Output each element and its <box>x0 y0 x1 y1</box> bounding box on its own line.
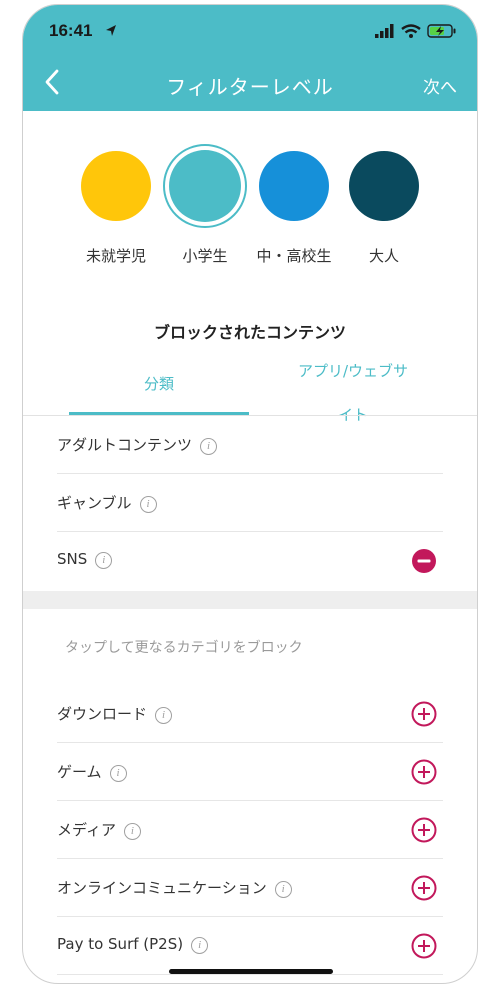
item-label: メディア i <box>57 819 141 840</box>
add-button[interactable] <box>411 817 437 843</box>
plus-circle-icon <box>411 875 437 905</box>
blocked-item-adult: アダルトコンテンツ i <box>57 416 443 474</box>
item-label: ゲーム i <box>57 761 127 782</box>
section-separator <box>23 591 477 609</box>
item-text: メディア <box>57 821 116 839</box>
level-option-elementary[interactable]: 小学生 <box>160 144 250 266</box>
cellular-signal-icon <box>375 23 395 42</box>
tab-label: 分類 <box>143 375 174 393</box>
tab-apps-websites[interactable]: アプリ/ウェブサ イト <box>263 357 443 424</box>
next-button[interactable]: 次へ <box>423 73 457 98</box>
level-option-preschool[interactable]: 未就学児 <box>71 151 161 266</box>
wifi-icon <box>401 23 421 42</box>
filter-level-selector: 未就学児 小学生 中・高校生 大人 <box>23 144 477 271</box>
level-swatch <box>81 151 151 221</box>
info-icon[interactable]: i <box>155 707 173 724</box>
page-title: フィルターレベル <box>166 75 334 99</box>
item-label: アダルトコンテンツ i <box>57 434 218 455</box>
level-option-teen[interactable]: 中・高校生 <box>249 151 339 266</box>
add-button[interactable] <box>411 933 437 959</box>
tab-category[interactable]: 分類 <box>69 357 249 415</box>
home-indicator[interactable] <box>169 969 333 974</box>
blocked-item-gambling: ギャンブル i <box>57 474 443 532</box>
level-label: 中・高校生 <box>256 247 332 265</box>
item-label: SNS i <box>57 550 113 569</box>
add-category-hint: タップして更なるカテゴリをブロック <box>65 640 303 656</box>
content-tabs: 分類 アプリ/ウェブサ イト <box>69 357 443 424</box>
status-time: 16:41 <box>49 21 93 40</box>
item-text: SNS <box>57 550 88 568</box>
plus-circle-icon <box>411 933 437 963</box>
location-arrow-icon <box>105 23 117 42</box>
plus-circle-icon <box>411 817 437 847</box>
add-item-games: ゲーム i <box>57 743 443 801</box>
add-item-download: ダウンロード i <box>57 685 443 743</box>
item-text: ダウンロード <box>57 705 148 723</box>
status-bar: 16:41 <box>23 21 477 45</box>
nav-bar: フィルターレベル 次へ <box>23 63 477 107</box>
info-icon[interactable]: i <box>139 496 157 513</box>
plus-circle-icon <box>411 759 437 789</box>
section-title: ブロックされたコンテンツ <box>153 323 346 342</box>
add-button[interactable] <box>411 701 437 727</box>
item-label: Pay to Surf (P2S) i <box>57 935 209 954</box>
info-icon[interactable]: i <box>123 823 141 840</box>
info-icon[interactable]: i <box>109 765 127 782</box>
info-icon[interactable]: i <box>95 552 113 569</box>
add-item-media: メディア i <box>57 801 443 859</box>
item-label: オンラインコミュニケーション i <box>57 877 292 898</box>
tab-label-line: アプリ/ウェブサ <box>297 362 409 380</box>
level-option-adult[interactable]: 大人 <box>339 151 429 266</box>
item-label: ギャンブル i <box>57 492 157 513</box>
level-swatch <box>169 150 241 222</box>
item-text: オンラインコミュニケーション <box>57 879 267 897</box>
item-text: アダルトコンテンツ <box>57 436 193 454</box>
info-icon[interactable]: i <box>200 438 218 455</box>
item-text: ギャンブル <box>57 494 132 512</box>
remove-button[interactable] <box>411 548 437 574</box>
app-header: 16:41 フィルターレベル 次へ <box>23 5 477 111</box>
add-button[interactable] <box>411 875 437 901</box>
minus-circle-icon <box>411 549 437 578</box>
level-label: 未就学児 <box>85 247 146 265</box>
info-icon[interactable]: i <box>191 937 209 954</box>
item-text: Pay to Surf (P2S) <box>57 935 184 953</box>
add-button[interactable] <box>411 759 437 785</box>
add-item-pay-to-surf: Pay to Surf (P2S) i <box>57 917 443 975</box>
plus-circle-icon <box>411 701 437 731</box>
level-swatch <box>259 151 329 221</box>
blocked-item-sns: SNS i <box>57 532 443 590</box>
selected-ring <box>163 144 247 228</box>
battery-charging-icon <box>427 23 457 42</box>
level-swatch <box>349 151 419 221</box>
level-label: 大人 <box>368 247 399 265</box>
level-label: 小学生 <box>182 247 228 265</box>
info-icon[interactable]: i <box>274 881 292 898</box>
item-text: ゲーム <box>57 763 102 781</box>
add-item-online-communication: オンラインコミュニケーション i <box>57 859 443 917</box>
phone-screen: 16:41 フィルターレベル 次へ 未就学児 小学生 中・高校生 大人 ブロック… <box>22 4 478 984</box>
item-label: ダウンロード i <box>57 703 173 724</box>
